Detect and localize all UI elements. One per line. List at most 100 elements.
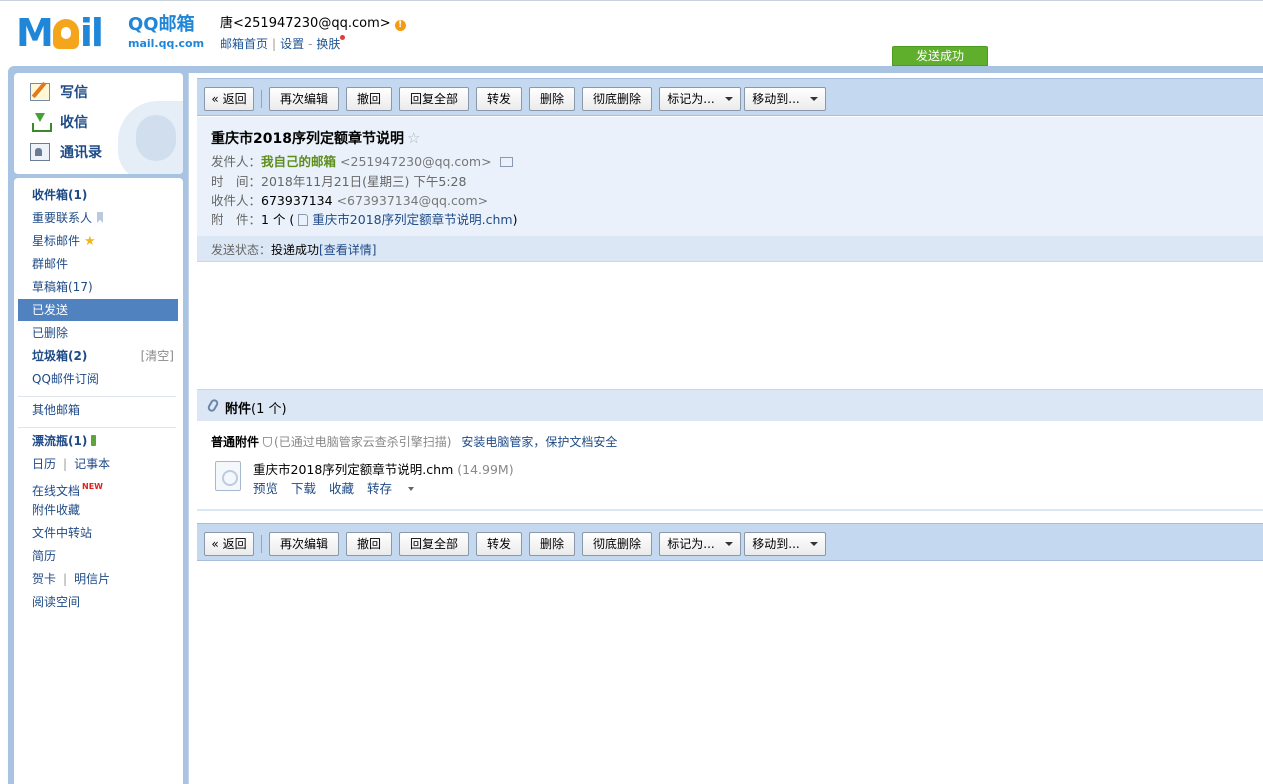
sidebar-item-bottle[interactable]: 漂流瓶(1)	[18, 430, 178, 452]
save-to-label: 转存	[367, 481, 393, 496]
sidebar-item-spam[interactable]: 垃圾箱(2) [清空]	[18, 345, 178, 367]
sidebar-item-resume[interactable]: 简历	[18, 545, 178, 567]
back-button[interactable]: « 返回	[204, 532, 254, 556]
chm-file-icon[interactable]	[215, 461, 241, 491]
preview-link[interactable]: 预览	[253, 481, 278, 496]
notification-dot-icon	[340, 35, 346, 40]
spam-label: 垃圾箱(2)	[32, 349, 88, 363]
settings-link[interactable]: 设置	[280, 37, 304, 51]
sidebar-item-inbox[interactable]: 收件箱(1)	[18, 184, 178, 206]
toolbar-separator	[261, 535, 262, 553]
compose-icon	[30, 83, 50, 101]
contact-card-icon[interactable]	[499, 157, 513, 167]
from-address: <251947230@qq.com>	[340, 154, 492, 169]
contacts-icon	[30, 143, 50, 161]
delete-permanently-button[interactable]: 彻底删除	[582, 532, 652, 556]
contacts-button[interactable]: 通讯录	[30, 141, 102, 163]
mail-subject: 重庆市2018序列定额章节说明 ☆	[211, 128, 420, 148]
receive-icon	[30, 113, 52, 132]
attachment-file-size: (14.99M)	[457, 462, 514, 477]
compose-label: 写信	[60, 85, 88, 101]
receive-label: 收信	[60, 115, 88, 131]
sidebar-item-att-fav[interactable]: 附件收藏	[18, 499, 178, 521]
save-to-dropdown[interactable]: 转存	[367, 481, 427, 496]
clear-spam-link[interactable]: [清空]	[141, 345, 174, 367]
calendar-link[interactable]: 日历	[32, 457, 56, 471]
bottom-toolbar: « 返回 再次编辑 撤回 回复全部 转发 删除 彻底删除 标记为... 移动到.…	[197, 523, 1263, 561]
qq-mail-logo[interactable]: Mil QQ邮箱 mail.qq.com	[16, 13, 205, 53]
top-header: Mil QQ邮箱 mail.qq.com 唐<251947230@qq.com>…	[0, 0, 1263, 66]
attachment-type: 普通附件	[211, 435, 260, 449]
sidebar-divider	[18, 427, 176, 428]
card-link[interactable]: 贺卡	[32, 572, 56, 586]
receive-button[interactable]: 收信	[30, 111, 88, 133]
warning-icon[interactable]: !	[394, 20, 406, 31]
sidebar-item-starred[interactable]: 星标邮件 ★	[18, 230, 178, 252]
move-to-label: 移动到...	[752, 92, 800, 106]
star-toggle-icon[interactable]: ☆	[407, 129, 420, 147]
from-label: 发件人：	[211, 154, 262, 169]
delivery-status: 发送状态：投递成功[查看详情]	[211, 241, 376, 258]
mark-as-label: 标记为...	[667, 537, 715, 551]
download-link[interactable]: 下载	[291, 481, 316, 496]
sidebar-item-deleted[interactable]: 已删除	[18, 322, 178, 344]
sidebar-item-group[interactable]: 群邮件	[18, 253, 178, 275]
sidebar-item-reading[interactable]: 阅读空间	[18, 591, 178, 613]
sidebar-item-transfer[interactable]: 文件中转站	[18, 522, 178, 544]
install-guard-link[interactable]: 安装电脑管家，保护文档安全	[461, 435, 617, 449]
forward-button[interactable]: 转发	[476, 87, 522, 111]
reedit-button[interactable]: 再次编辑	[269, 532, 339, 556]
contacts-label: 通讯录	[60, 145, 102, 161]
sidebar-item-other[interactable]: 其他邮箱	[18, 399, 178, 421]
delete-button[interactable]: 删除	[529, 532, 575, 556]
mark-as-dropdown[interactable]: 标记为...	[659, 532, 741, 556]
subscribe-label: QQ邮件订阅	[32, 372, 99, 386]
from-row: 发件人：我自己的邮箱 <251947230@qq.com>	[211, 154, 513, 170]
recall-button[interactable]: 撤回	[346, 87, 392, 111]
delete-permanently-button[interactable]: 彻底删除	[582, 87, 652, 111]
sidebar-item-sent[interactable]: 已发送	[18, 299, 178, 321]
favorite-link[interactable]: 收藏	[329, 481, 354, 496]
reply-all-button[interactable]: 回复全部	[399, 87, 469, 111]
link-separator: |	[272, 37, 277, 51]
sidebar-item-drafts[interactable]: 草稿箱(17)	[18, 276, 178, 298]
compose-button[interactable]: 写信	[30, 81, 88, 103]
notes-link[interactable]: 记事本	[74, 457, 110, 471]
attachments-header: 附件(1 个)	[197, 389, 1263, 421]
back-button[interactable]: « 返回	[204, 87, 254, 111]
sidebar-actions: 写信 收信 通讯录	[14, 73, 183, 174]
home-link[interactable]: 邮箱首页	[220, 37, 268, 51]
status-detail-link[interactable]: [查看详情]	[319, 243, 376, 257]
attachment-type-line: 普通附件 (已通过电脑管家云查杀引擎扫描) 安装电脑管家，保护文档安全	[211, 433, 617, 450]
attachment-file-name[interactable]: 重庆市2018序列定额章节说明.chm	[253, 462, 453, 477]
skin-link[interactable]: 换肤	[316, 37, 340, 51]
bottle-label: 漂流瓶(1)	[32, 434, 88, 448]
att-count-close: )	[512, 212, 518, 227]
postcard-link[interactable]: 明信片	[74, 572, 110, 586]
reedit-button[interactable]: 再次编辑	[269, 87, 339, 111]
starred-label: 星标邮件	[32, 234, 81, 248]
forward-button[interactable]: 转发	[476, 532, 522, 556]
move-to-dropdown[interactable]: 移动到...	[744, 87, 826, 111]
logo-domain: mail.qq.com	[128, 37, 205, 50]
delete-button[interactable]: 删除	[529, 87, 575, 111]
mark-as-dropdown[interactable]: 标记为...	[659, 87, 741, 111]
sidebar-item-vip[interactable]: 重要联系人	[18, 207, 178, 229]
chevron-down-icon	[724, 97, 733, 101]
logo-brand-name: QQ邮箱	[128, 14, 195, 35]
sidebar-item-docs[interactable]: 在线文档 NEW	[18, 476, 178, 498]
file-icon	[298, 214, 309, 226]
chevron-down-icon	[809, 542, 818, 546]
recall-button[interactable]: 撤回	[346, 532, 392, 556]
time-label: 时 间：	[211, 174, 262, 189]
new-badge: NEW	[82, 482, 103, 491]
reply-all-button[interactable]: 回复全部	[399, 532, 469, 556]
to-name[interactable]: 673937134	[261, 193, 333, 208]
attachments-body: 普通附件 (已通过电脑管家云查杀引擎扫描) 安装电脑管家，保护文档安全 重庆市201…	[197, 421, 1263, 511]
from-name[interactable]: 我自己的邮箱	[261, 154, 336, 169]
att-file-link[interactable]: 重庆市2018序列定额章节说明.chm	[312, 212, 512, 227]
move-to-dropdown[interactable]: 移动到...	[744, 532, 826, 556]
account-line: 唐<251947230@qq.com>!	[220, 16, 406, 32]
deleted-label: 已删除	[32, 326, 69, 340]
sidebar-item-subscribe[interactable]: QQ邮件订阅	[18, 368, 178, 390]
